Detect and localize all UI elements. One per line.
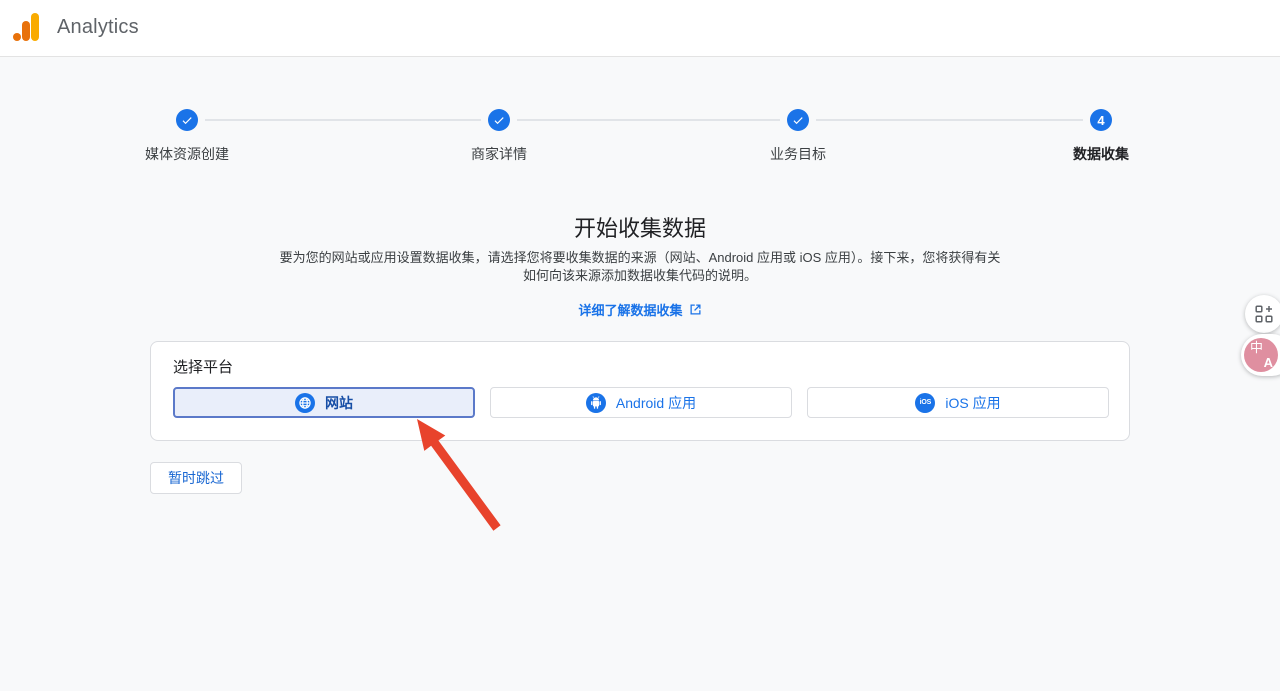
platform-button-web[interactable]: 网站	[173, 387, 475, 418]
platform-card: 选择平台 网站	[150, 341, 1130, 441]
extension-translate-button[interactable]: 中 A	[1241, 334, 1280, 376]
learn-more-row: 详细了解数据收集	[0, 300, 1280, 320]
external-link-icon	[689, 303, 702, 316]
check-icon	[791, 113, 805, 127]
platform-card-label: 选择平台	[173, 356, 233, 377]
step-completed-circle	[176, 109, 198, 131]
brand-title: Analytics	[57, 16, 139, 42]
platform-label: 网站	[325, 393, 353, 413]
step-completed-circle	[488, 109, 510, 131]
step-label: 业务目标	[698, 144, 898, 164]
analytics-logo-icon	[12, 11, 40, 42]
check-icon	[492, 113, 506, 127]
globe-icon	[295, 393, 315, 413]
translate-glyph-zh: 中	[1250, 341, 1263, 354]
android-icon	[586, 393, 606, 413]
stepper-step-property-creation: 媒体资源创建	[87, 109, 287, 164]
stepper-step-data-collection: 4 数据收集	[1001, 109, 1201, 164]
page-title: 开始收集数据	[0, 211, 1280, 243]
description-line: 如何向该来源添加数据收集代码的说明。	[0, 267, 1280, 285]
platform-button-ios[interactable]: iOS iOS 应用	[807, 387, 1109, 418]
platform-button-android[interactable]: Android 应用	[490, 387, 792, 418]
logo-bar-tall	[31, 13, 39, 41]
logo-dot	[13, 33, 21, 41]
description-line: 要为您的网站或应用设置数据收集，请选择您将要收集数据的来源（网站、Android…	[0, 249, 1280, 267]
platform-label: Android 应用	[616, 393, 696, 413]
platform-label: iOS 应用	[945, 393, 1000, 413]
stepper-step-business-objectives: 数据收集 业务目标	[698, 109, 898, 164]
step-active-circle: 4	[1090, 109, 1112, 131]
screen: Analytics ? 媒体资源创建 商家详情 数据收集	[0, 0, 1280, 691]
step-number: 4	[1097, 113, 1104, 128]
stepper-step-business-details: 商家详情	[399, 109, 599, 164]
translate-glyph-a: A	[1264, 356, 1273, 369]
app-header: Analytics ?	[0, 0, 1280, 57]
brand[interactable]: Analytics	[12, 11, 139, 42]
step-label: 数据收集	[1001, 144, 1201, 164]
page-description: 要为您的网站或应用设置数据收集，请选择您将要收集数据的来源（网站、Android…	[0, 249, 1280, 285]
step-label: 商家详情	[399, 144, 599, 164]
step-completed-circle	[787, 109, 809, 131]
logo-bar-mid	[22, 21, 30, 41]
learn-more-link[interactable]: 详细了解数据收集	[578, 300, 701, 319]
ios-badge-icon: iOS	[915, 393, 935, 413]
skip-button[interactable]: 暂时跳过	[150, 462, 242, 494]
learn-more-label: 详细了解数据收集	[578, 300, 682, 319]
collect-grid-plus-icon	[1255, 305, 1273, 323]
check-icon	[180, 113, 194, 127]
translate-icon: 中 A	[1244, 338, 1278, 372]
platform-row: 网站 Android 应用 iOS iOS 应用	[173, 387, 1109, 418]
step-label: 媒体资源创建	[87, 144, 287, 164]
extension-collect-button[interactable]	[1245, 295, 1280, 333]
